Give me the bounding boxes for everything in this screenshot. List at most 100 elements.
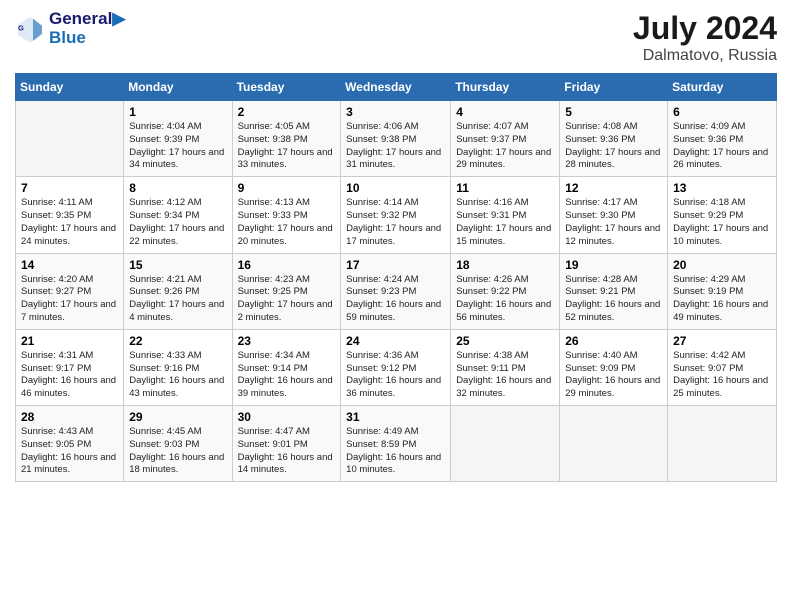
day-info: Sunrise: 4:20 AM Sunset: 9:27 PM Dayligh… (21, 274, 118, 325)
day-cell: 25 Sunrise: 4:38 AM Sunset: 9:11 PM Dayli… (451, 329, 560, 405)
day-info: Sunrise: 4:29 AM Sunset: 9:19 PM Dayligh… (673, 274, 771, 325)
day-info: Sunrise: 4:05 AM Sunset: 9:38 PM Dayligh… (238, 121, 336, 172)
day-number: 5 (565, 105, 662, 119)
day-cell: 12 Sunrise: 4:17 AM Sunset: 9:30 PM Dayli… (560, 177, 668, 253)
day-number: 20 (673, 258, 771, 272)
day-cell: 14 Sunrise: 4:20 AM Sunset: 9:27 PM Dayli… (16, 253, 124, 329)
day-cell (560, 406, 668, 482)
day-number: 17 (346, 258, 445, 272)
day-number: 4 (456, 105, 554, 119)
day-info: Sunrise: 4:43 AM Sunset: 9:05 PM Dayligh… (21, 426, 118, 477)
day-cell: 8Sunrise: 4:12 AM Sunset: 9:34 PM Daylig… (124, 177, 232, 253)
day-number: 9 (238, 181, 336, 195)
day-number: 28 (21, 410, 118, 424)
day-info: Sunrise: 4:40 AM Sunset: 9:09 PM Dayligh… (565, 350, 662, 401)
day-info: Sunrise: 4:24 AM Sunset: 9:23 PM Dayligh… (346, 274, 445, 325)
day-cell: 24 Sunrise: 4:36 AM Sunset: 9:12 PM Dayli… (341, 329, 451, 405)
day-info: Sunrise: 4:49 AM Sunset: 8:59 PM Dayligh… (346, 426, 445, 477)
day-number: 2 (238, 105, 336, 119)
day-cell: 22 Sunrise: 4:33 AM Sunset: 9:16 PM Dayli… (124, 329, 232, 405)
col-tuesday: Tuesday (232, 74, 341, 101)
day-info: Sunrise: 4:21 AM Sunset: 9:26 PM Dayligh… (129, 274, 226, 325)
page: G General▶ Blue July 2024 Dalmatovo, Rus… (0, 0, 792, 612)
day-cell: 21Sunrise: 4:31 AM Sunset: 9:17 PM Dayli… (16, 329, 124, 405)
day-number: 21 (21, 334, 118, 348)
day-cell: 6Sunrise: 4:09 AM Sunset: 9:36 PM Daylig… (668, 101, 777, 177)
day-number: 8 (129, 181, 226, 195)
logo: G General▶ Blue (15, 10, 125, 47)
day-number: 27 (673, 334, 771, 348)
day-cell: 18 Sunrise: 4:26 AM Sunset: 9:22 PM Dayli… (451, 253, 560, 329)
day-cell: 16 Sunrise: 4:23 AM Sunset: 9:25 PM Dayli… (232, 253, 341, 329)
svg-text:G: G (18, 23, 24, 32)
day-number: 31 (346, 410, 445, 424)
week-row-5: 28 Sunrise: 4:43 AM Sunset: 9:05 PM Dayli… (16, 406, 777, 482)
day-cell: 1Sunrise: 4:04 AM Sunset: 9:39 PM Daylig… (124, 101, 232, 177)
day-number: 25 (456, 334, 554, 348)
title-block: July 2024 Dalmatovo, Russia (633, 10, 777, 65)
day-info: Sunrise: 4:45 AM Sunset: 9:03 PM Dayligh… (129, 426, 226, 477)
week-row-4: 21Sunrise: 4:31 AM Sunset: 9:17 PM Dayli… (16, 329, 777, 405)
day-info: Sunrise: 4:23 AM Sunset: 9:25 PM Dayligh… (238, 274, 336, 325)
day-number: 30 (238, 410, 336, 424)
day-number: 16 (238, 258, 336, 272)
day-cell: 28 Sunrise: 4:43 AM Sunset: 9:05 PM Dayli… (16, 406, 124, 482)
day-cell: 27Sunrise: 4:42 AM Sunset: 9:07 PM Dayli… (668, 329, 777, 405)
day-cell: 5Sunrise: 4:08 AM Sunset: 9:36 PM Daylig… (560, 101, 668, 177)
day-info: Sunrise: 4:33 AM Sunset: 9:16 PM Dayligh… (129, 350, 226, 401)
col-friday: Friday (560, 74, 668, 101)
col-saturday: Saturday (668, 74, 777, 101)
day-number: 12 (565, 181, 662, 195)
logo-text-block: General▶ Blue (49, 10, 125, 47)
day-info: Sunrise: 4:26 AM Sunset: 9:22 PM Dayligh… (456, 274, 554, 325)
day-info: Sunrise: 4:47 AM Sunset: 9:01 PM Dayligh… (238, 426, 336, 477)
day-info: Sunrise: 4:13 AM Sunset: 9:33 PM Dayligh… (238, 197, 336, 248)
day-cell: 7Sunrise: 4:11 AM Sunset: 9:35 PM Daylig… (16, 177, 124, 253)
logo-line1: General▶ (49, 10, 125, 29)
title-location: Dalmatovo, Russia (633, 47, 777, 65)
day-number: 18 (456, 258, 554, 272)
day-cell: 4 Sunrise: 4:07 AM Sunset: 9:37 PM Daylig… (451, 101, 560, 177)
day-cell: 19Sunrise: 4:28 AM Sunset: 9:21 PM Dayli… (560, 253, 668, 329)
day-number: 14 (21, 258, 118, 272)
day-cell: 10 Sunrise: 4:14 AM Sunset: 9:32 PM Dayli… (341, 177, 451, 253)
week-row-2: 7Sunrise: 4:11 AM Sunset: 9:35 PM Daylig… (16, 177, 777, 253)
day-number: 11 (456, 181, 554, 195)
day-cell: 20 Sunrise: 4:29 AM Sunset: 9:19 PM Dayli… (668, 253, 777, 329)
day-info: Sunrise: 4:17 AM Sunset: 9:30 PM Dayligh… (565, 197, 662, 248)
day-cell (668, 406, 777, 482)
day-number: 13 (673, 181, 771, 195)
day-number: 3 (346, 105, 445, 119)
day-number: 1 (129, 105, 226, 119)
day-cell: 30 Sunrise: 4:47 AM Sunset: 9:01 PM Dayli… (232, 406, 341, 482)
day-info: Sunrise: 4:36 AM Sunset: 9:12 PM Dayligh… (346, 350, 445, 401)
day-cell: 11 Sunrise: 4:16 AM Sunset: 9:31 PM Dayli… (451, 177, 560, 253)
day-number: 7 (21, 181, 118, 195)
day-info: Sunrise: 4:16 AM Sunset: 9:31 PM Dayligh… (456, 197, 554, 248)
day-cell (451, 406, 560, 482)
header-row: Sunday Monday Tuesday Wednesday Thursday… (16, 74, 777, 101)
day-cell: 31 Sunrise: 4:49 AM Sunset: 8:59 PM Dayli… (341, 406, 451, 482)
day-number: 10 (346, 181, 445, 195)
col-sunday: Sunday (16, 74, 124, 101)
day-info: Sunrise: 4:38 AM Sunset: 9:11 PM Dayligh… (456, 350, 554, 401)
day-cell: 13Sunrise: 4:18 AM Sunset: 9:29 PM Dayli… (668, 177, 777, 253)
day-number: 22 (129, 334, 226, 348)
day-number: 6 (673, 105, 771, 119)
day-info: Sunrise: 4:07 AM Sunset: 9:37 PM Dayligh… (456, 121, 554, 172)
day-number: 23 (238, 334, 336, 348)
week-row-3: 14 Sunrise: 4:20 AM Sunset: 9:27 PM Dayli… (16, 253, 777, 329)
day-number: 26 (565, 334, 662, 348)
col-wednesday: Wednesday (341, 74, 451, 101)
day-info: Sunrise: 4:14 AM Sunset: 9:32 PM Dayligh… (346, 197, 445, 248)
week-row-1: 1Sunrise: 4:04 AM Sunset: 9:39 PM Daylig… (16, 101, 777, 177)
day-cell: 9 Sunrise: 4:13 AM Sunset: 9:33 PM Daylig… (232, 177, 341, 253)
day-info: Sunrise: 4:34 AM Sunset: 9:14 PM Dayligh… (238, 350, 336, 401)
logo-icon: G (15, 14, 45, 44)
day-cell (16, 101, 124, 177)
day-number: 19 (565, 258, 662, 272)
day-number: 15 (129, 258, 226, 272)
calendar-table: Sunday Monday Tuesday Wednesday Thursday… (15, 73, 777, 482)
header: G General▶ Blue July 2024 Dalmatovo, Rus… (15, 10, 777, 65)
day-number: 24 (346, 334, 445, 348)
